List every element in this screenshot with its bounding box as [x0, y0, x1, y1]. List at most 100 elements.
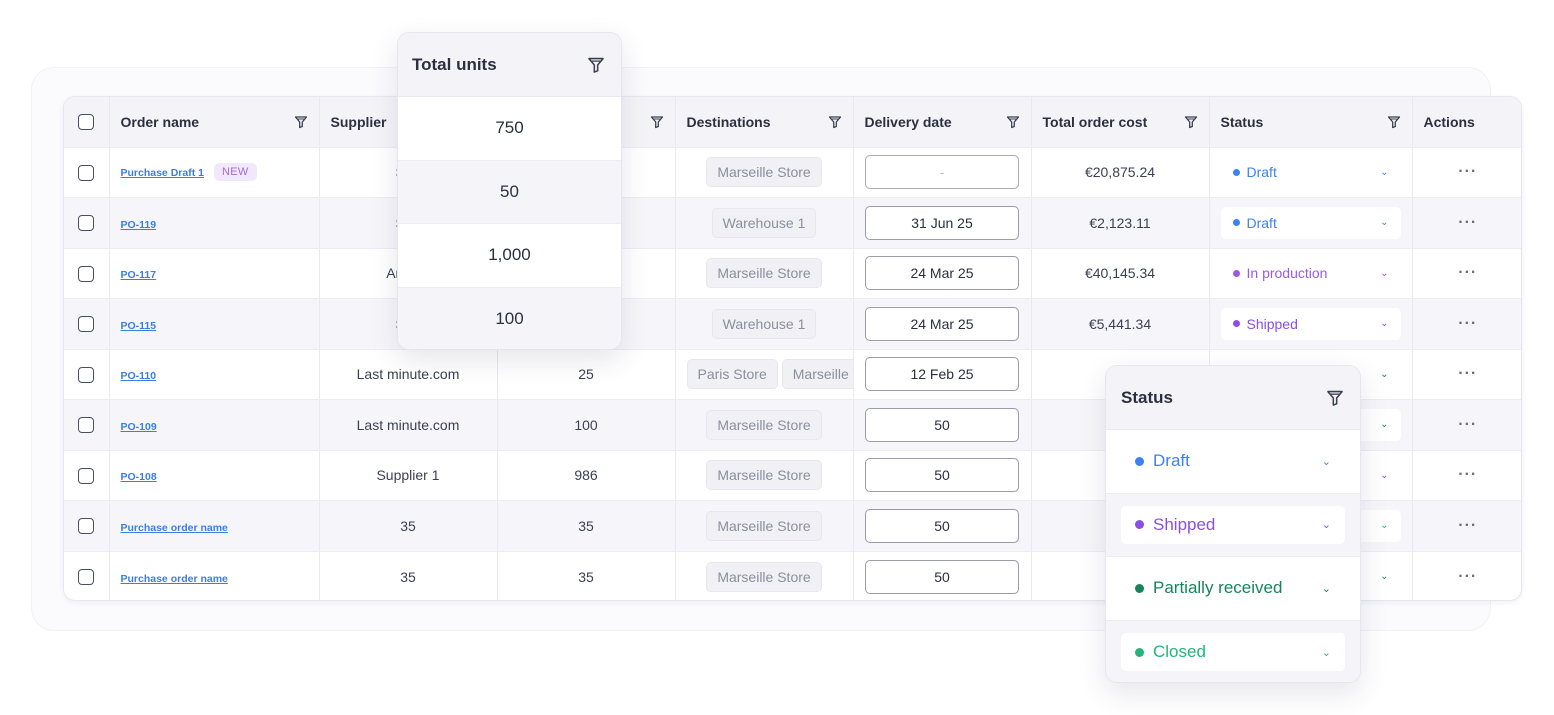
table-row: Purchase Draft 1NEWSupMarseille Store-€2…	[64, 147, 1521, 198]
delivery-date-cell: 50	[853, 500, 1032, 552]
actions-cell: ···	[1412, 551, 1521, 600]
status-option-label: Partially received	[1153, 578, 1283, 598]
table-row: PO-119SupWarehouse 131 Jun 25€2,123.11Dr…	[64, 197, 1521, 249]
more-icon[interactable]: ···	[1458, 568, 1477, 585]
row-checkbox[interactable]	[78, 518, 95, 535]
status-option-dropdown[interactable]: Draft ⌄	[1121, 442, 1345, 481]
more-icon[interactable]: ···	[1458, 466, 1477, 483]
actions-cell: ···	[1412, 450, 1521, 501]
more-icon[interactable]: ···	[1458, 416, 1477, 433]
chevron-down-icon: ⌄	[1380, 217, 1389, 229]
column-order-name: Order name	[109, 97, 320, 148]
row-checkbox[interactable]	[78, 417, 95, 434]
status-option-row: Partially received ⌄	[1106, 557, 1360, 621]
delivery-date-input[interactable]: 12 Feb 25	[865, 357, 1019, 392]
delivery-date-cell: 31 Jun 25	[853, 197, 1032, 249]
more-icon[interactable]: ···	[1458, 315, 1477, 332]
row-checkbox[interactable]	[78, 569, 95, 586]
delivery-date-input[interactable]: -	[865, 155, 1019, 190]
destinations-cell: Marseille Store	[675, 399, 854, 451]
row-select-cell	[64, 450, 110, 501]
delivery-date-input[interactable]: 50	[865, 458, 1019, 493]
order-name-cell: PO-108	[109, 450, 320, 501]
status-dropdown[interactable]: Draft ⌄	[1220, 156, 1401, 189]
filter-icon[interactable]	[650, 115, 664, 129]
status-dropdown[interactable]: Draft ⌄	[1220, 206, 1401, 239]
delivery-date-input[interactable]: 50	[865, 508, 1019, 543]
order-name-cell: PO-119	[109, 197, 320, 249]
more-icon[interactable]: ···	[1458, 365, 1477, 382]
total-order-cost-cell: €40,145.34	[1031, 248, 1210, 299]
filter-icon[interactable]	[587, 56, 605, 74]
filter-icon[interactable]	[1387, 115, 1401, 129]
chevron-down-icon: ⌄	[1321, 646, 1331, 659]
status-option-dropdown[interactable]: Partially received ⌄	[1121, 569, 1345, 608]
actions-cell: ···	[1412, 147, 1521, 198]
filter-icon[interactable]	[828, 115, 842, 129]
supplier-cell: Supplier 1	[319, 450, 498, 501]
row-select-cell	[64, 248, 110, 299]
filter-icon[interactable]	[1184, 115, 1198, 129]
delivery-date-cell: 12 Feb 25	[853, 349, 1032, 400]
delivery-date-input[interactable]: 31 Jun 25	[865, 205, 1019, 240]
total-units-value: 750	[398, 97, 621, 161]
destination-chip: Warehouse 1	[711, 308, 817, 339]
actions-cell: ···	[1412, 248, 1521, 299]
delivery-date-cell: 50	[853, 450, 1032, 501]
column-actions-label: Actions	[1423, 113, 1475, 130]
order-link[interactable]: PO-108	[121, 471, 157, 483]
status-dot-icon	[1135, 583, 1144, 593]
status-dropdown[interactable]: In production ⌄	[1220, 257, 1401, 290]
row-checkbox[interactable]	[78, 215, 95, 232]
order-link[interactable]: Purchase order name	[121, 573, 228, 585]
delivery-date-cell: 50	[853, 551, 1032, 600]
order-name-cell: PO-110	[109, 349, 320, 400]
status-option-dropdown[interactable]: Shipped ⌄	[1121, 505, 1345, 544]
delivery-date-input[interactable]: 24 Mar 25	[865, 306, 1019, 341]
row-checkbox[interactable]	[78, 467, 95, 484]
destinations-cell: Warehouse 1	[675, 298, 854, 350]
order-link[interactable]: PO-110	[121, 370, 157, 382]
order-name-cell: Purchase order name	[109, 500, 320, 552]
more-icon[interactable]: ···	[1458, 264, 1477, 281]
row-select-cell	[64, 500, 110, 552]
destinations-cell: Marseille Store	[675, 551, 854, 600]
total-order-cost-cell: €20,875.24	[1031, 147, 1210, 198]
row-checkbox[interactable]	[78, 265, 95, 282]
chevron-down-icon: ⌄	[1321, 455, 1331, 468]
order-name-cell: Purchase order name	[109, 551, 320, 600]
filter-icon[interactable]	[1006, 115, 1020, 129]
row-select-cell	[64, 399, 110, 451]
delivery-date-input[interactable]: 24 Mar 25	[865, 256, 1019, 291]
status-label: Draft	[1246, 164, 1277, 181]
chevron-down-icon: ⌄	[1380, 469, 1389, 481]
destination-chip: Marseille Store	[706, 561, 822, 592]
more-icon[interactable]: ···	[1458, 163, 1477, 180]
column-total-order-cost: Total order cost	[1031, 97, 1210, 148]
destination-chip: Warehouse 1	[711, 207, 817, 238]
row-checkbox[interactable]	[78, 316, 95, 333]
filter-icon[interactable]	[294, 115, 308, 129]
order-link[interactable]: PO-119	[121, 219, 157, 231]
row-checkbox[interactable]	[78, 366, 95, 383]
chevron-down-icon: ⌄	[1380, 419, 1389, 431]
order-link[interactable]: Purchase Draft 1	[121, 167, 204, 179]
order-link[interactable]: Purchase order name	[121, 522, 228, 534]
order-link[interactable]: PO-115	[121, 320, 157, 332]
select-all-checkbox[interactable]	[78, 114, 95, 131]
status-option-dropdown[interactable]: Closed ⌄	[1121, 633, 1345, 672]
total-order-cost-cell: €2,123.11	[1031, 197, 1210, 249]
more-icon[interactable]: ···	[1458, 214, 1477, 231]
destination-chip: Marseille Store	[706, 510, 822, 541]
order-link[interactable]: PO-109	[121, 421, 157, 433]
delivery-date-input[interactable]: 50	[865, 407, 1019, 442]
order-link[interactable]: PO-117	[121, 269, 157, 281]
row-checkbox[interactable]	[78, 164, 95, 181]
delivery-date-input[interactable]: 50	[865, 559, 1019, 594]
more-icon[interactable]: ···	[1458, 517, 1477, 534]
destinations-cell: Warehouse 1	[675, 197, 854, 249]
status-dropdown[interactable]: Shipped ⌄	[1220, 307, 1401, 340]
filter-icon[interactable]	[1326, 389, 1344, 407]
total-units-cell: 35	[497, 500, 676, 552]
column-delivery-date-label: Delivery date	[864, 113, 952, 130]
